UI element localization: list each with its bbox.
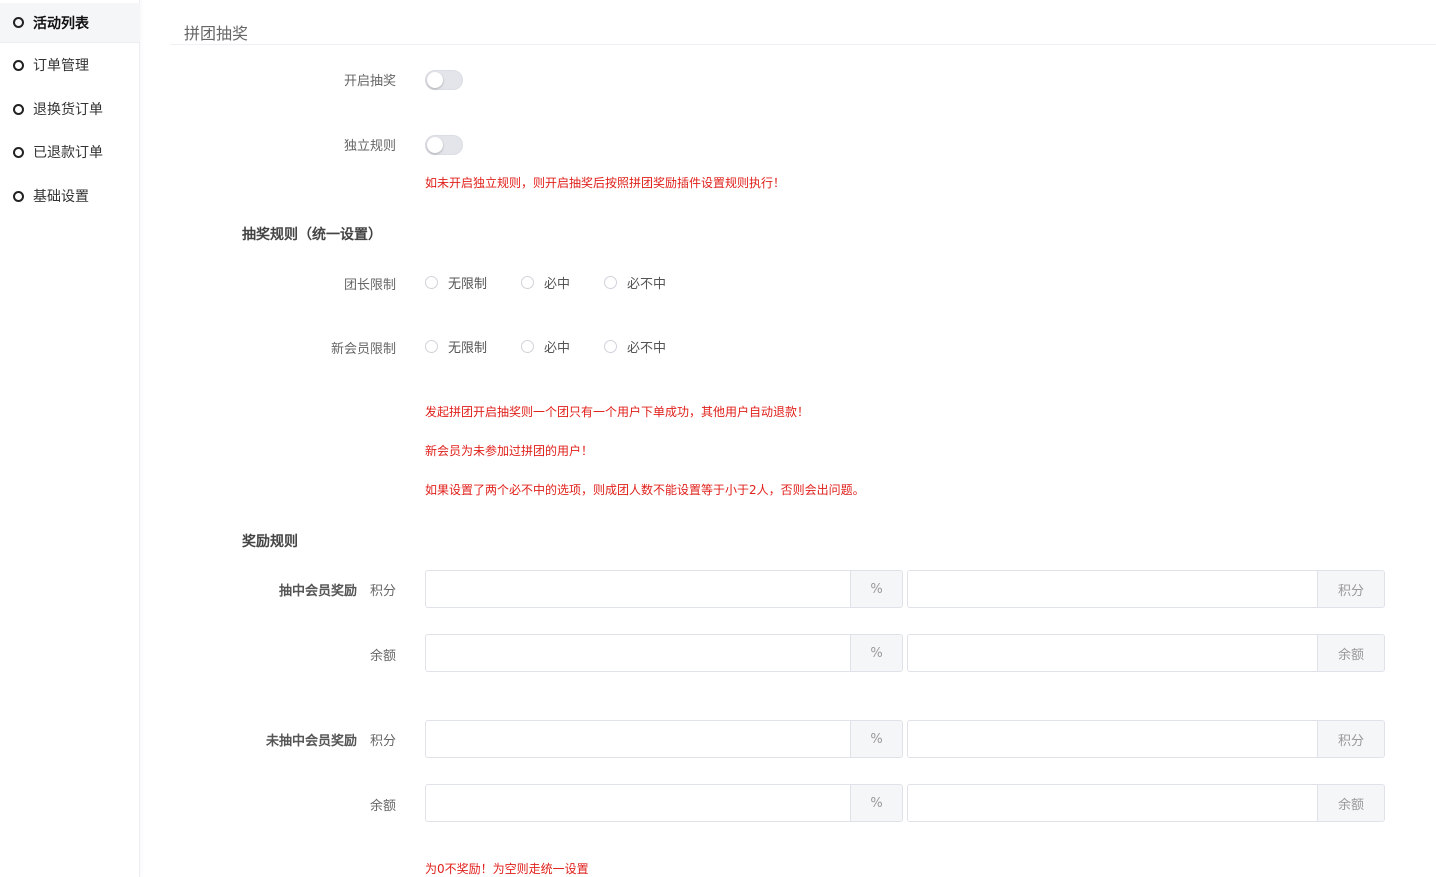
sidebar-item-order-management[interactable]: 订单管理 (0, 45, 140, 85)
percent-addon: % (850, 785, 902, 821)
leader-limit-unlimited-radio[interactable]: 无限制 (425, 273, 521, 292)
title-divider (170, 44, 1436, 45)
loser-points-amount-input[interactable] (908, 721, 1317, 757)
winner-points-amount-input[interactable] (908, 571, 1317, 607)
enable-lottery-switch[interactable] (425, 70, 463, 90)
winner-balance-label: 余额 (369, 649, 396, 664)
radio-circle-icon (604, 275, 617, 289)
circle-icon (13, 190, 24, 202)
balance-addon: 余额 (1317, 785, 1384, 821)
sidebar-item-activity-list[interactable]: 活动列表 (0, 3, 140, 43)
radio-label: 必中 (544, 340, 571, 356)
sidebar-item-label: 基础设置 (33, 189, 89, 205)
enable-lottery-label: 开启抽奖 (343, 74, 396, 89)
loser-points-percent-input[interactable] (426, 721, 850, 757)
points-addon: 积分 (1317, 721, 1384, 757)
new-member-limit-label: 新会员限制 (330, 342, 396, 357)
loser-balance-amount-input[interactable] (908, 785, 1317, 821)
loser-points-percent-group: % (425, 720, 903, 758)
sidebar-item-label: 已退款订单 (33, 145, 103, 161)
sidebar-item-basic-settings[interactable]: 基础设置 (0, 176, 140, 216)
sidebar-item-label: 退换货订单 (33, 102, 103, 118)
winner-points-amount-group: 积分 (907, 570, 1385, 608)
lottery-note: 如果设置了两个必不中的选项，则成团人数不能设置等于小于2人，否则会出问题。 (425, 483, 865, 497)
loser-reward-label: 未抽中会员奖励 (265, 734, 357, 749)
loser-points-label: 积分 (369, 734, 396, 749)
circle-icon (13, 17, 24, 28)
independent-rules-switch[interactable] (425, 135, 463, 155)
leader-limit-radio-group: 无限制 必中 必不中 (425, 272, 666, 292)
winner-points-percent-group: % (425, 570, 903, 608)
switch-knob (427, 72, 443, 88)
switch-knob (427, 137, 443, 153)
loser-balance-amount-group: 余额 (907, 784, 1385, 822)
sidebar-item-refunded-orders[interactable]: 已退款订单 (0, 132, 140, 172)
circle-icon (13, 103, 24, 115)
radio-label: 无限制 (448, 276, 488, 292)
sidebar-item-return-orders[interactable]: 退换货订单 (0, 89, 140, 129)
leader-limit-must-win-radio[interactable]: 必中 (521, 273, 604, 292)
radio-label: 必不中 (627, 276, 667, 292)
radio-circle-icon (521, 275, 534, 289)
reward-rules-heading: 奖励规则 (242, 534, 298, 550)
loser-balance-label: 余额 (369, 799, 396, 814)
new-member-limit-never-win-radio[interactable]: 必不中 (604, 337, 666, 356)
leader-limit-never-win-radio[interactable]: 必不中 (604, 273, 666, 292)
radio-label: 必不中 (627, 340, 667, 356)
sidebar-item-label: 订单管理 (33, 58, 89, 74)
lottery-rules-heading: 抽奖规则（统一设置） (242, 227, 382, 243)
balance-addon: 余额 (1317, 635, 1384, 671)
sidebar: 活动列表 订单管理 退换货订单 已退款订单 基础设置 (0, 0, 140, 877)
radio-circle-icon (604, 339, 617, 353)
radio-circle-icon (425, 339, 438, 353)
leader-limit-label: 团长限制 (343, 278, 396, 293)
percent-addon: % (850, 571, 902, 607)
reward-footer-hint: 为0不奖励！为空则走统一设置 (425, 862, 589, 876)
new-member-limit-radio-group: 无限制 必中 必不中 (425, 336, 666, 356)
independent-rules-label: 独立规则 (343, 139, 396, 154)
winner-balance-percent-input[interactable] (426, 635, 850, 671)
radio-circle-icon (425, 275, 438, 289)
loser-points-amount-group: 积分 (907, 720, 1385, 758)
radio-label: 必中 (544, 276, 571, 292)
points-addon: 积分 (1317, 571, 1384, 607)
circle-icon (13, 59, 24, 71)
winner-reward-label: 抽中会员奖励 (278, 584, 357, 599)
independent-rules-hint: 如未开启独立规则，则开启抽奖后按照拼团奖励插件设置规则执行！ (425, 176, 786, 190)
radio-label: 无限制 (448, 340, 488, 356)
percent-addon: % (850, 721, 902, 757)
circle-icon (13, 146, 24, 158)
new-member-limit-unlimited-radio[interactable]: 无限制 (425, 337, 521, 356)
winner-points-label: 积分 (369, 584, 396, 599)
percent-addon: % (850, 635, 902, 671)
lottery-note: 发起拼团开启抽奖则一个团只有一个用户下单成功，其他用户自动退款！ (425, 405, 810, 419)
lottery-note: 新会员为未参加过拼团的用户！ (425, 444, 594, 458)
page-title: 拼团抽奖 (184, 24, 249, 43)
new-member-limit-must-win-radio[interactable]: 必中 (521, 337, 604, 356)
winner-points-percent-input[interactable] (426, 571, 850, 607)
winner-balance-percent-group: % (425, 634, 903, 672)
sidebar-item-label: 活动列表 (33, 15, 89, 32)
loser-balance-percent-group: % (425, 784, 903, 822)
winner-balance-amount-group: 余额 (907, 634, 1385, 672)
loser-balance-percent-input[interactable] (426, 785, 850, 821)
winner-balance-amount-input[interactable] (908, 635, 1317, 671)
radio-circle-icon (521, 339, 534, 353)
